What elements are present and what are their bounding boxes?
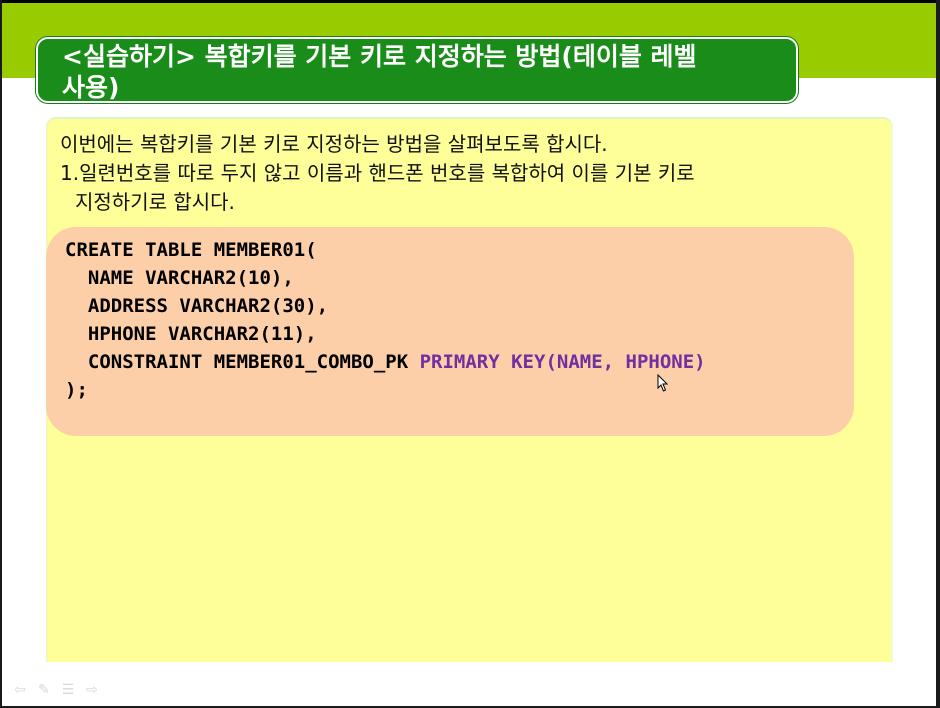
mouse-pointer-icon — [657, 374, 669, 392]
slide-title-line1: <실습하기> 복합키를 기본 키로 지정하는 방법(테이블 레벨 — [62, 42, 697, 71]
menu-icon[interactable]: ☰ — [60, 683, 76, 697]
description-line-3: 지정하기로 합시다. — [75, 190, 235, 214]
slide-footer-area — [2, 662, 936, 706]
code-line-5-primary-key: PRIMARY KEY(NAME, HPHONE) — [419, 351, 706, 373]
code-line-2: NAME VARCHAR2(10), — [65, 267, 294, 289]
code-line-3: ADDRESS VARCHAR2(30), — [65, 295, 329, 317]
code-line-6: ); — [65, 379, 88, 401]
slide-nav-toolbar: ⇦ ✎ ☰ ⇨ — [12, 682, 100, 698]
header-border — [2, 0, 936, 3]
code-line-5: CONSTRAINT MEMBER01_COMBO_PK PRIMARY KEY… — [65, 348, 706, 376]
description-line-2: 1.일련번호를 따로 두지 않고 이름과 핸드폰 번호를 복합하여 이를 기본 … — [60, 161, 695, 185]
next-arrow-icon[interactable]: ⇨ — [84, 683, 100, 697]
code-line-5-constraint: CONSTRAINT MEMBER01_COMBO_PK — [65, 351, 420, 373]
slide-title-line2: 사용) — [62, 73, 120, 102]
sql-code: CREATE TABLE MEMBER01( NAME VARCHAR2(10)… — [65, 236, 706, 404]
code-line-4: HPHONE VARCHAR2(11), — [65, 323, 317, 345]
code-line-1: CREATE TABLE MEMBER01( — [65, 239, 317, 261]
pen-icon[interactable]: ✎ — [36, 683, 52, 697]
panel-top-edge — [48, 117, 891, 125]
slide: <실습하기> 복합키를 기본 키로 지정하는 방법(테이블 레벨 사용) 이번에… — [2, 0, 936, 706]
prev-arrow-icon[interactable]: ⇦ — [12, 683, 28, 697]
slide-title: <실습하기> 복합키를 기본 키로 지정하는 방법(테이블 레벨 사용) — [36, 37, 798, 103]
description-text: 이번에는 복합키를 기본 키로 지정하는 방법을 살펴보도록 합시다. 1.일련… — [60, 130, 880, 217]
description-line-1: 이번에는 복합키를 기본 키로 지정하는 방법을 살펴보도록 합시다. — [60, 132, 608, 156]
